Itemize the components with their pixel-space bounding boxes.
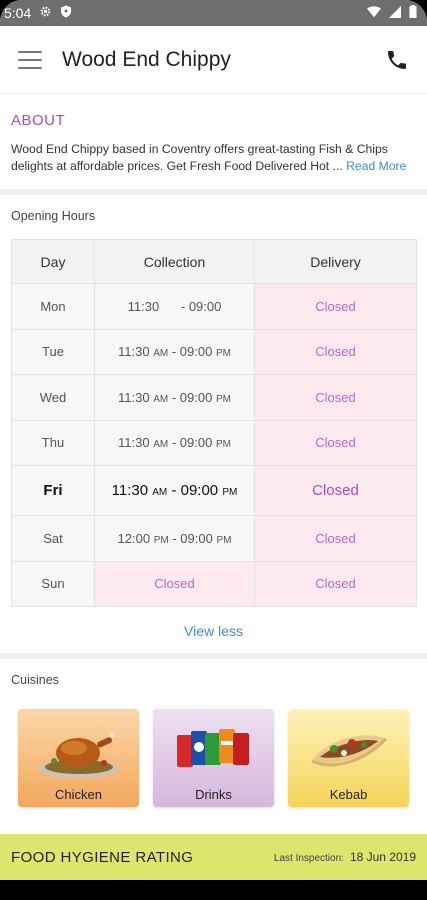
last-inspection-label: Last Inspection: <box>273 853 344 864</box>
close-ampm: PM <box>222 487 238 498</box>
day-cell: Sat <box>11 515 95 562</box>
delivery-status-cell: Closed <box>254 374 417 421</box>
day-cell: Sun <box>11 560 95 607</box>
status-time: 5:04 <box>4 5 32 21</box>
cuisine-card-drinks[interactable]: Drinks <box>153 709 274 807</box>
view-less-link[interactable]: View less <box>0 607 427 659</box>
table-header-row: Day Collection Delivery <box>11 239 417 284</box>
collection-hours-cell: 11:30 AM - 09:00 PM <box>94 374 255 421</box>
cuisine-card-chicken[interactable]: Chicken <box>18 709 139 807</box>
day-cell: Thu <box>11 419 95 466</box>
column-header-delivery: Delivery <box>254 239 417 284</box>
day-cell: Tue <box>11 328 95 375</box>
opening-hours-section: Opening Hours Day Collection Delivery Mo… <box>0 195 427 659</box>
about-text: Wood End Chippy based in Coventry offers… <box>11 141 416 175</box>
open-ampm: AM <box>153 393 169 405</box>
about-section: ABOUT Wood End Chippy based in Coventry … <box>0 94 427 195</box>
table-row: Thu 11:30 AM - 09:00 PM Closed <box>11 419 417 466</box>
hamburger-menu-icon[interactable] <box>18 50 42 69</box>
time-separator: - <box>168 344 180 360</box>
collection-hours-cell: 11:30 AM - 09:00 PM <box>94 328 255 375</box>
cuisines-section: Cuisines Chicken Drinks Kebab <box>0 659 427 807</box>
collection-status-cell: Closed <box>94 560 255 607</box>
last-inspection: Last Inspection: 18 Jun 2019 <box>274 850 416 864</box>
roast-chicken-icon <box>38 732 119 778</box>
open-ampm: AM <box>153 348 169 360</box>
cuisine-label: Chicken <box>55 787 102 802</box>
wifi-icon <box>367 5 381 21</box>
open-ampm: AM <box>152 487 168 498</box>
status-bar: 5:04 <box>0 0 427 26</box>
app-screen: 5:04 Wood End Chippy ABOUT Wood End Chip… <box>0 0 427 900</box>
open-ampm: PM <box>153 534 169 546</box>
open-time: 11:30 <box>118 389 150 405</box>
delivery-status-cell: Closed <box>254 283 417 330</box>
app-bar: Wood End Chippy <box>0 26 427 94</box>
day-cell: Fri <box>11 465 95 516</box>
table-row: Tue 11:30 AM - 09:00 PM Closed <box>11 328 417 375</box>
table-row: Mon 11:30 - 09:00 Closed <box>11 283 417 330</box>
system-nav-bar <box>0 880 427 900</box>
table-row: Sat 12:00 PM - 09:00 PM Closed <box>11 515 417 562</box>
read-more-link[interactable]: Read More <box>346 159 406 173</box>
collection-hours-cell: 11:30 AM - 09:00 PM <box>94 465 255 516</box>
delivery-status-cell: Closed <box>254 328 417 375</box>
close-ampm: PM <box>215 348 231 360</box>
soda-cans-icon <box>176 729 249 767</box>
close-time: 09:00 <box>188 298 222 314</box>
day-cell: Wed <box>11 374 95 421</box>
food-hygiene-banner[interactable]: FOOD HYGIENE RATING Last Inspection: 18 J… <box>0 834 427 880</box>
column-header-day: Day <box>11 239 95 284</box>
page-title: Wood End Chippy <box>62 47 231 71</box>
close-time: 09:00 <box>179 389 213 405</box>
opening-hours-table: Day Collection Delivery Mon 11:30 - 09:0… <box>11 239 417 607</box>
delivery-status-cell: Closed <box>254 465 417 516</box>
time-separator: - <box>168 389 180 405</box>
delivery-status-cell: Closed <box>254 419 417 466</box>
open-time: 11:30 <box>118 344 150 360</box>
day-cell: Mon <box>11 283 95 330</box>
food-hygiene-title: FOOD HYGIENE RATING <box>11 848 194 866</box>
opening-hours-heading: Opening Hours <box>11 209 96 223</box>
collection-hours-cell: 12:00 PM - 09:00 PM <box>94 515 255 562</box>
settings-gear-icon <box>39 5 52 21</box>
open-time: 11:30 <box>127 298 160 314</box>
close-time: 09:00 <box>179 435 213 451</box>
cuisine-list: Chicken Drinks Kebab <box>11 709 416 807</box>
close-time: 09:00 <box>180 482 219 499</box>
time-separator: - <box>167 482 181 499</box>
cuisine-label: Kebab <box>329 787 368 802</box>
table-row: Sun Closed Closed <box>11 560 417 607</box>
close-time: 09:00 <box>179 344 213 360</box>
cuisine-label: Drinks <box>195 787 232 802</box>
column-header-collection: Collection <box>94 239 255 284</box>
cuisine-card-kebab[interactable]: Kebab <box>288 709 409 807</box>
close-ampm: PM <box>216 534 232 546</box>
signal-icon <box>389 5 401 21</box>
collection-hours-cell: 11:30 - 09:00 <box>94 283 255 330</box>
close-time: 09:00 <box>180 530 213 546</box>
delivery-status-cell: Closed <box>254 515 417 562</box>
about-ellipsis: ... <box>329 159 347 173</box>
close-ampm: PM <box>215 439 231 451</box>
open-ampm: AM <box>153 439 169 451</box>
last-inspection-date: 18 Jun 2019 <box>349 850 416 864</box>
about-heading: ABOUT <box>11 112 66 129</box>
phone-call-icon[interactable] <box>385 48 409 72</box>
battery-icon <box>409 5 417 21</box>
cuisines-heading: Cuisines <box>11 673 59 687</box>
open-time: 11:30 <box>111 482 149 499</box>
shield-icon <box>60 5 72 21</box>
open-time: 11:30 <box>118 435 150 451</box>
time-separator: - <box>168 435 180 451</box>
time-separator: - <box>177 298 189 314</box>
close-ampm: PM <box>215 393 231 405</box>
delivery-status-cell: Closed <box>254 560 417 607</box>
table-row: Wed 11:30 AM - 09:00 PM Closed <box>11 374 417 421</box>
kebab-wrap-icon <box>310 735 387 767</box>
open-time: 12:00 <box>117 530 151 546</box>
table-row-today: Fri 11:30 AM - 09:00 PM Closed <box>11 465 417 516</box>
time-separator: - <box>168 530 181 546</box>
collection-hours-cell: 11:30 AM - 09:00 PM <box>94 419 255 466</box>
